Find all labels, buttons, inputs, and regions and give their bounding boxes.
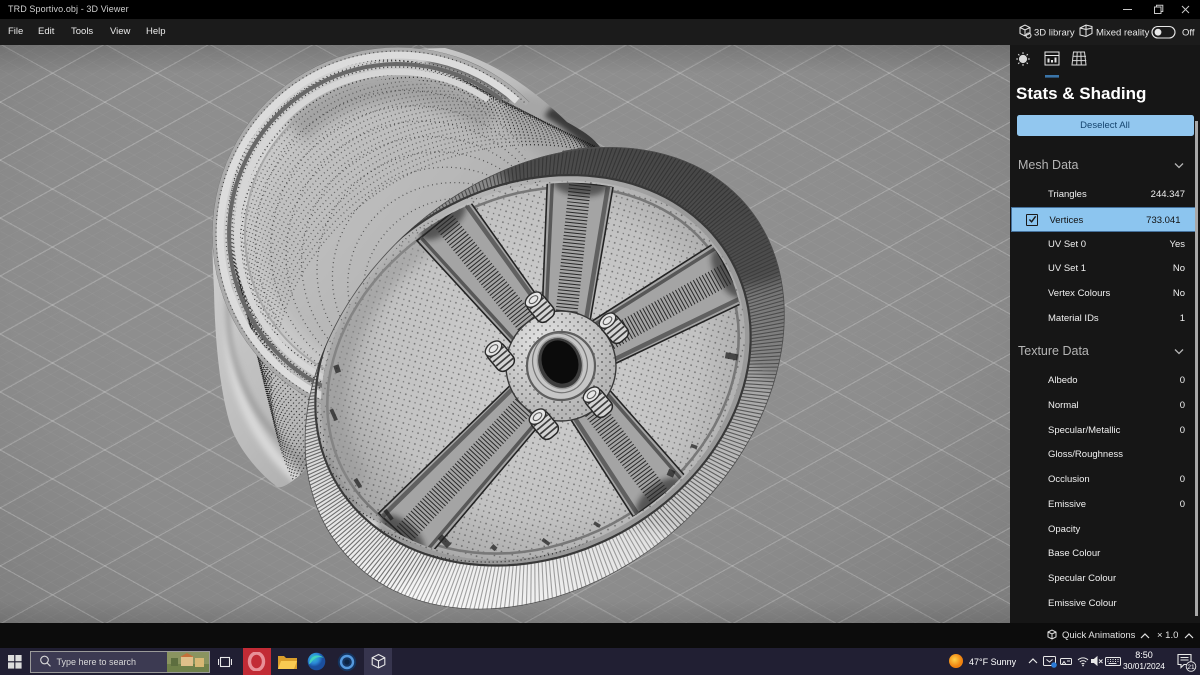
svg-text:3D library: 3D library: [1034, 28, 1075, 39]
svg-text:21: 21: [1187, 664, 1195, 671]
svg-text:Mixed reality: Mixed reality: [1096, 28, 1150, 39]
svg-text:Off: Off: [1182, 28, 1195, 39]
